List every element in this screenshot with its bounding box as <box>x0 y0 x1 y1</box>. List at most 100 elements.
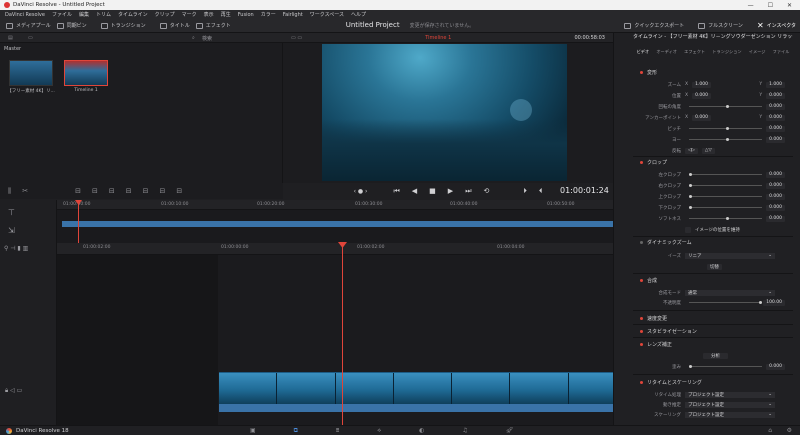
motion-estimation-dropdown[interactable]: プロジェクト設定 ⌄ <box>685 401 775 408</box>
effects-button[interactable]: エフェクト <box>195 22 231 29</box>
opacity-slider[interactable] <box>689 301 763 304</box>
tab-file[interactable]: ファイル <box>773 49 790 55</box>
position-y-field[interactable]: 0.000 <box>766 92 785 99</box>
yaw-slider[interactable] <box>689 138 763 141</box>
section-stabilization[interactable]: スタビライゼーション <box>633 326 793 336</box>
crop-left-field[interactable]: 0.000 <box>766 171 785 178</box>
trim-tool-icon[interactable]: ⊤ <box>8 208 15 217</box>
viewer-timeline-name[interactable]: Timeline 1 <box>425 35 451 41</box>
fit-icon[interactable]: ⊟ <box>126 187 132 195</box>
crop-top-slider[interactable] <box>689 195 763 198</box>
fairlight-page-icon[interactable]: ♫ <box>462 427 467 435</box>
link-icon[interactable]: ⚲ ⊣ ▮ ▥ <box>4 245 28 252</box>
slider-knob[interactable] <box>759 301 763 304</box>
fullscreen-button[interactable]: フルスクリーン <box>698 22 743 29</box>
media-page-icon[interactable]: ▣ <box>250 427 256 435</box>
softness-field[interactable]: 0.000 <box>766 215 785 222</box>
section-speed-change[interactable]: 速度変更 <box>633 313 793 323</box>
search-icon[interactable]: ⌕ <box>192 35 195 41</box>
video-preview[interactable] <box>322 44 567 181</box>
snap-icon[interactable]: ⫼ <box>8 187 11 196</box>
section-cropping[interactable]: クロップ <box>633 157 793 167</box>
titles-button[interactable]: タイトル <box>159 22 190 29</box>
pitch-field[interactable]: 0.000 <box>766 125 785 132</box>
slider-knob[interactable] <box>689 206 692 209</box>
slider-knob[interactable] <box>725 127 729 130</box>
menu-fusion[interactable]: Fusion <box>238 12 254 18</box>
enable-dot-icon[interactable] <box>640 342 643 346</box>
crop-left-slider[interactable] <box>689 173 763 176</box>
pitch-slider[interactable] <box>689 127 763 130</box>
menu-fairlight[interactable]: Fairlight <box>283 12 303 18</box>
track-lock-icon[interactable]: 🔒︎ ◁ ▭ <box>5 387 22 395</box>
enable-dot-icon[interactable] <box>640 240 643 244</box>
audio-clip-bar[interactable] <box>219 404 627 412</box>
inspector-button[interactable]: ✕ インスペクタ <box>757 21 796 30</box>
cut-page-icon[interactable]: ⧉ <box>294 427 298 435</box>
quick-export-button[interactable]: クイックエクスポート <box>624 22 684 29</box>
zoom-tool-icon[interactable]: ⇲ <box>8 226 15 235</box>
menu-file[interactable]: ファイル <box>52 11 72 18</box>
anchor-y-field[interactable]: 0.000 <box>766 114 785 121</box>
loop-icon[interactable]: ⟲ <box>484 187 490 195</box>
append-icon[interactable]: ⊟ <box>143 187 149 195</box>
stop-icon[interactable]: ■ <box>429 187 436 195</box>
replace-icon[interactable]: ⊟ <box>109 187 115 195</box>
distortion-field[interactable]: 0.000 <box>766 363 785 370</box>
enable-dot-icon[interactable] <box>640 70 643 74</box>
menu-mark[interactable]: マーク <box>182 11 197 18</box>
menu-app[interactable]: DaVinci Resolve <box>5 12 45 18</box>
timeline-thumbnail[interactable] <box>64 60 108 86</box>
ripple-icon[interactable]: ⊟ <box>159 187 165 195</box>
enable-dot-icon[interactable] <box>640 160 643 164</box>
retime-process-dropdown[interactable]: プロジェクト設定 ⌄ <box>685 391 775 398</box>
panel-toggle-icon[interactable]: ▤ <box>8 35 13 41</box>
ease-dropdown[interactable]: リニア ⌄ <box>685 252 775 259</box>
first-frame-icon[interactable]: ⏮ <box>393 187 399 196</box>
analyze-button[interactable]: 分析 <box>703 352 728 359</box>
sync-bin-button[interactable]: 同期ビン <box>56 22 87 29</box>
enable-dot-icon[interactable] <box>640 329 643 333</box>
slider-knob[interactable] <box>725 217 729 220</box>
bin-name[interactable]: Master <box>4 46 21 52</box>
blade-icon[interactable]: ✂ <box>22 187 28 195</box>
edit-page-icon[interactable]: ⩩ <box>336 427 339 435</box>
settings-gear-icon[interactable]: ⚙ <box>787 427 792 434</box>
swap-button[interactable]: 切替 <box>707 263 722 270</box>
enable-dot-icon[interactable] <box>640 278 643 282</box>
tab-effects[interactable]: エフェクト <box>684 49 705 55</box>
menu-edit[interactable]: 編集 <box>79 11 89 18</box>
rotation-field[interactable]: 0.000 <box>766 103 785 110</box>
close-button[interactable]: ✕ <box>787 2 792 9</box>
slider-knob[interactable] <box>689 195 692 198</box>
menu-playback[interactable]: 再生 <box>221 11 231 18</box>
timeline-playhead[interactable] <box>342 243 343 425</box>
composite-mode-dropdown[interactable]: 通常 ⌄ <box>685 289 775 296</box>
crop-bottom-field[interactable]: 0.000 <box>766 204 785 211</box>
insert-icon[interactable]: ⊟ <box>75 187 81 195</box>
menu-help[interactable]: ヘルプ <box>351 11 366 18</box>
menu-view[interactable]: 表示 <box>204 11 214 18</box>
media-pool-button[interactable]: メディアプール <box>6 22 51 29</box>
section-composite[interactable]: 合成 <box>633 275 793 285</box>
softness-slider[interactable] <box>689 217 763 220</box>
tab-transition[interactable]: トランジション <box>712 49 741 55</box>
distortion-slider[interactable] <box>689 365 763 368</box>
crop-bottom-slider[interactable] <box>689 206 763 209</box>
viewer-options-icon[interactable]: ▭ ▭ <box>291 35 302 41</box>
media-clip-thumbnail[interactable] <box>9 60 53 86</box>
section-retime-scaling[interactable]: リタイムとスケーリング <box>633 377 793 387</box>
tab-audio[interactable]: オーディオ <box>656 49 677 55</box>
crop-right-field[interactable]: 0.000 <box>766 182 785 189</box>
slider-knob[interactable] <box>689 365 692 368</box>
section-transform[interactable]: 変形 <box>633 67 793 77</box>
video-clip-filmstrip[interactable] <box>219 372 627 404</box>
tab-image[interactable]: イメージ <box>749 49 766 55</box>
enable-dot-icon[interactable] <box>640 316 643 320</box>
transitions-button[interactable]: トランジション <box>100 22 146 29</box>
flip-horizontal-icon[interactable]: ◁▷ <box>685 147 698 154</box>
play-icon[interactable]: ▶ <box>448 187 453 195</box>
scaling-dropdown[interactable]: プロジェクト設定 ⌄ <box>685 411 775 418</box>
fusion-page-icon[interactable]: ⟡ <box>377 427 381 435</box>
menu-trim[interactable]: トリム <box>96 11 111 18</box>
